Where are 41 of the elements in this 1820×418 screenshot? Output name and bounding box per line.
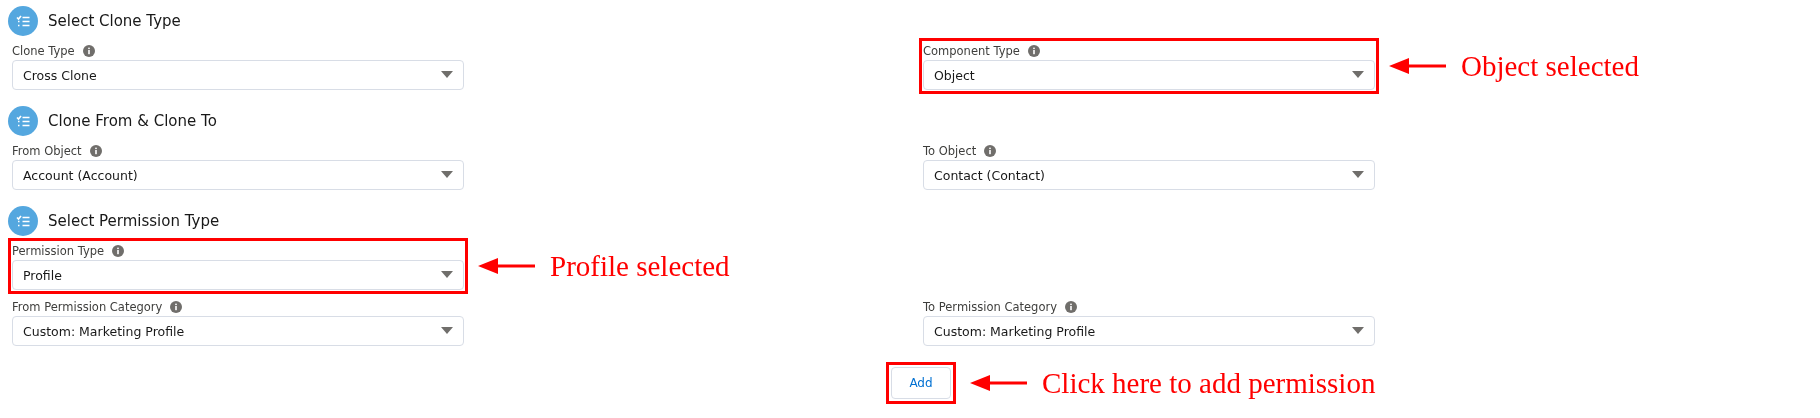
section-title: Clone From & Clone To xyxy=(48,112,217,130)
arrow-icon xyxy=(970,375,1028,391)
select-field[interactable]: Profile xyxy=(12,260,464,290)
caret-icon xyxy=(441,71,453,79)
list-icon xyxy=(8,6,38,36)
list-icon xyxy=(8,106,38,136)
section-title: Select Clone Type xyxy=(48,12,181,30)
select-field[interactable]: Object xyxy=(923,60,1375,90)
select-field[interactable]: Cross Clone xyxy=(12,60,464,90)
caret-icon xyxy=(1352,71,1364,79)
field-label: To Object xyxy=(923,144,977,158)
info-icon[interactable] xyxy=(1065,301,1077,313)
field-label: Permission Type xyxy=(12,244,105,258)
annotation-text: Profile selected xyxy=(550,249,730,283)
info-icon[interactable] xyxy=(170,301,183,313)
field-label: Clone Type xyxy=(12,44,75,58)
list-icon xyxy=(8,206,38,236)
caret-icon xyxy=(441,327,453,335)
field-label: From Permission Category xyxy=(12,300,163,314)
info-icon[interactable] xyxy=(984,145,997,157)
caret-icon xyxy=(441,271,453,279)
caret-icon xyxy=(1352,171,1364,179)
info-icon[interactable] xyxy=(1027,45,1040,57)
arrow-icon xyxy=(1389,58,1447,74)
caret-icon xyxy=(441,171,453,179)
select-field[interactable]: Custom: Marketing Profile xyxy=(923,316,1375,346)
info-icon[interactable] xyxy=(112,245,125,257)
info-icon[interactable] xyxy=(82,45,95,57)
caret-icon xyxy=(1352,327,1364,335)
select-field[interactable]: Custom: Marketing Profile xyxy=(12,316,464,346)
field-label: From Object xyxy=(12,144,82,158)
arrow-icon xyxy=(478,258,536,274)
section-title: Select Permission Type xyxy=(48,212,220,230)
field-label: Component Type xyxy=(923,44,1020,58)
select-field[interactable]: Contact (Contact) xyxy=(923,160,1375,190)
field-label: To Permission Category xyxy=(923,300,1057,314)
annotation-text: Click here to add permission xyxy=(1042,366,1376,400)
annotation-text: Object selected xyxy=(1461,49,1639,83)
info-icon[interactable] xyxy=(89,145,102,157)
select-field[interactable]: Account (Account) xyxy=(12,160,464,190)
add-button[interactable]: Add xyxy=(891,367,951,399)
